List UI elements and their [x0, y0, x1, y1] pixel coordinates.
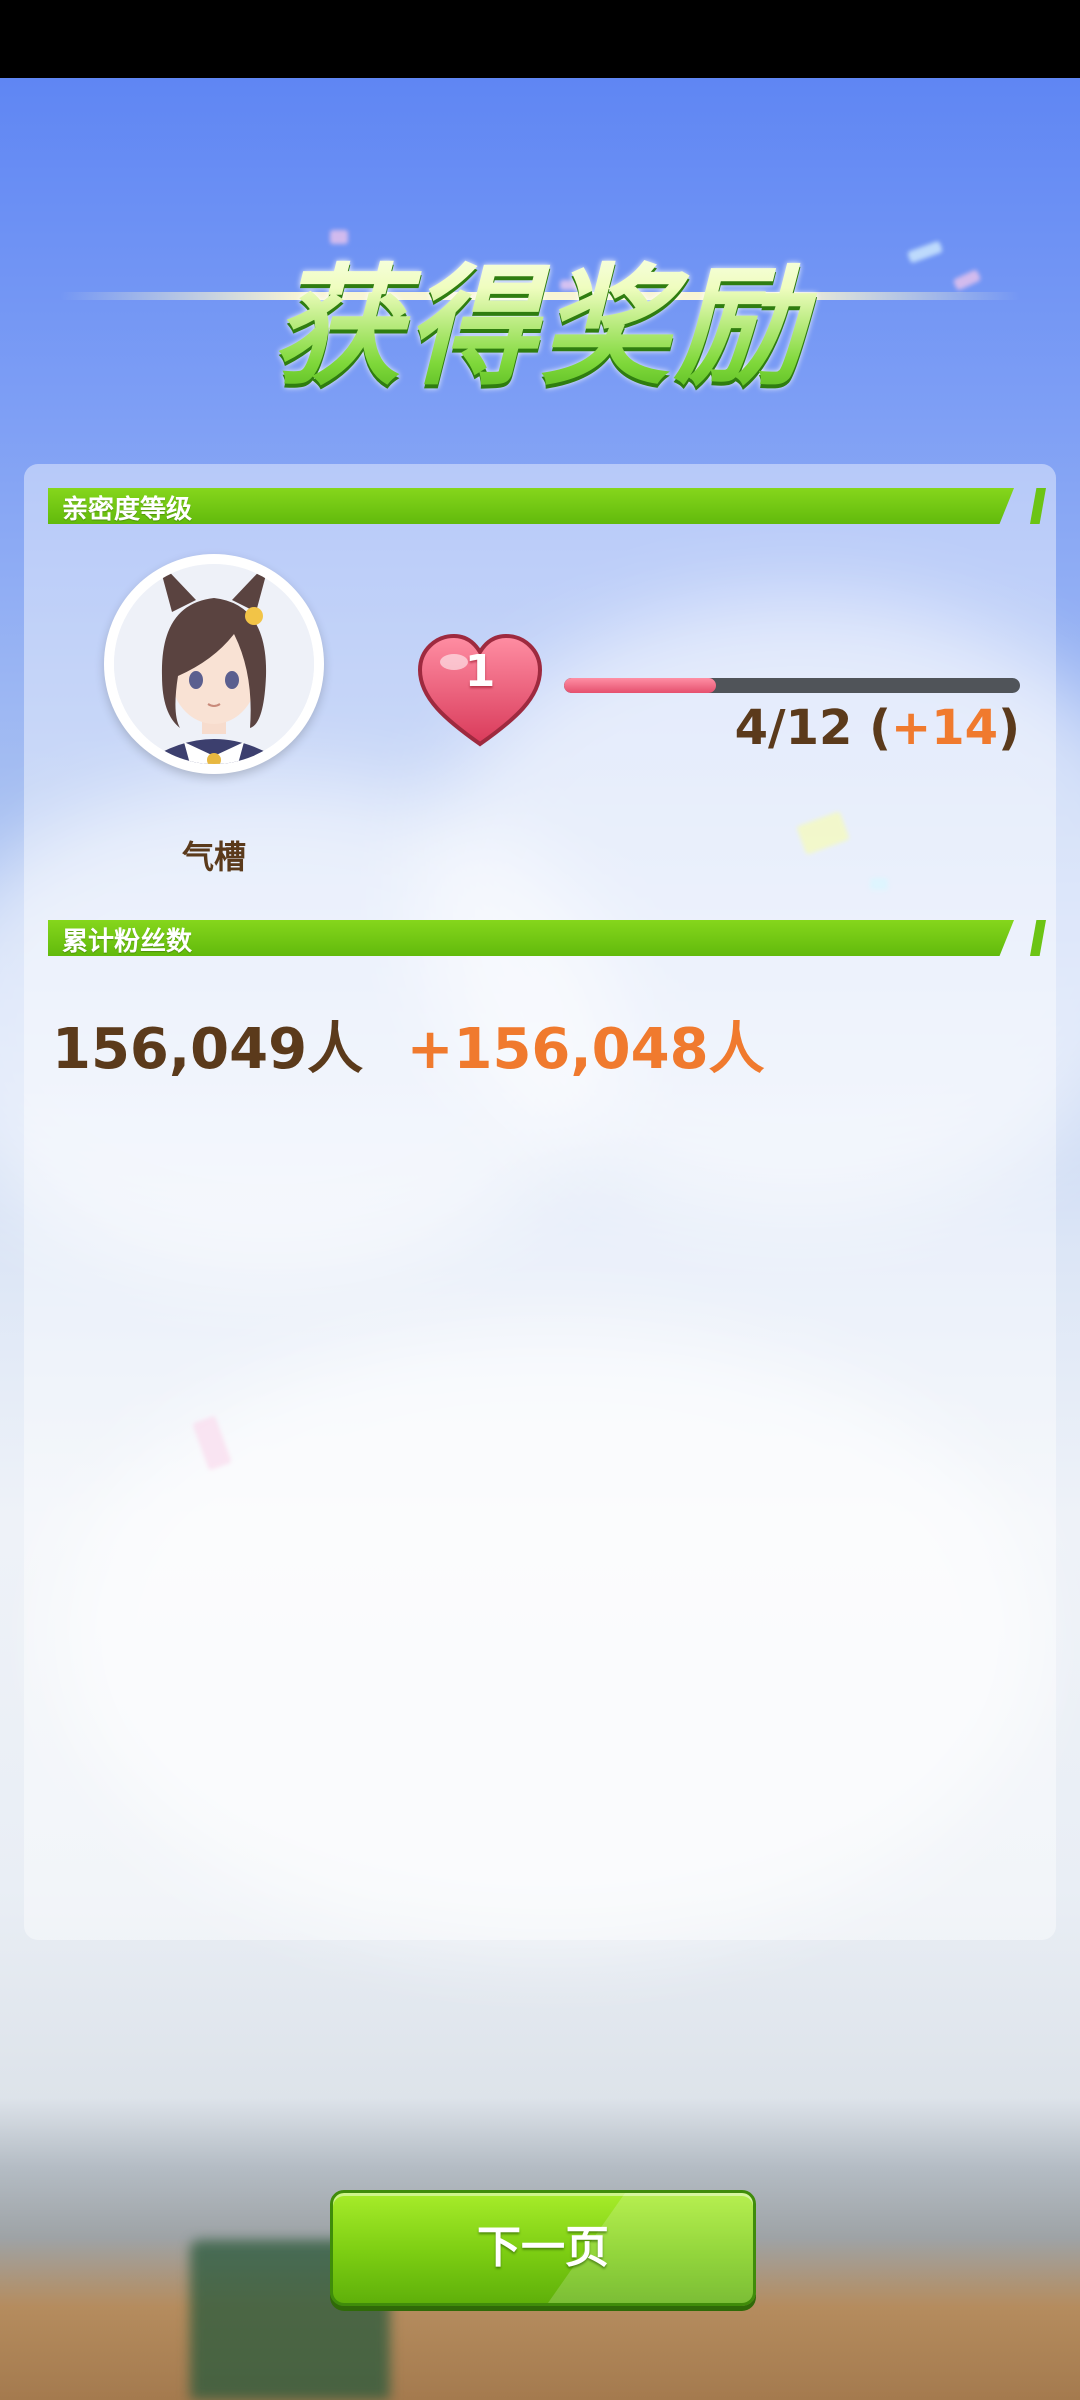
character-avatar	[104, 554, 324, 774]
intimacy-section-header: 亲密度等级	[48, 488, 1046, 525]
character-portrait	[114, 564, 314, 764]
section-header-bar	[48, 488, 1014, 524]
next-page-button[interactable]: 下一页	[330, 2190, 756, 2306]
progress-open-paren: (	[869, 700, 892, 756]
character-portrait-icon	[114, 564, 314, 764]
intimacy-progress-bar	[564, 678, 1020, 693]
next-page-label: 下一页	[477, 2222, 609, 2273]
character-name: 气槽	[181, 838, 246, 876]
section-header-slash	[1030, 920, 1046, 956]
fans-gain: +156,048人	[406, 1017, 765, 1082]
section-header-slash	[1030, 488, 1046, 524]
intimacy-section-label: 亲密度等级	[62, 495, 193, 525]
intimacy-progress-text: 4/12 (+14)	[564, 700, 1020, 756]
progress-close-paren: )	[998, 700, 1020, 756]
fans-count-row: 156,049人 +156,048人	[52, 1004, 765, 1085]
status-bar	[0, 0, 1080, 78]
intimacy-progress-gain: +14	[891, 700, 999, 756]
page-title: 获得奖励	[0, 222, 1080, 410]
fans-total: 156,049人	[52, 1017, 364, 1082]
fans-section-label: 累计粉丝数	[62, 927, 193, 957]
intimacy-level: 1	[464, 646, 496, 697]
section-header-bar	[48, 920, 1014, 956]
intimacy-progress-current: 4/12	[734, 700, 853, 756]
intimacy-progress-fill	[564, 678, 716, 693]
reward-panel: 亲密度等级 气槽 1 4/12 (+14) 累计粉丝数 156,049人 +15…	[24, 464, 1056, 1940]
fans-section-header: 累计粉丝数	[48, 920, 1046, 957]
